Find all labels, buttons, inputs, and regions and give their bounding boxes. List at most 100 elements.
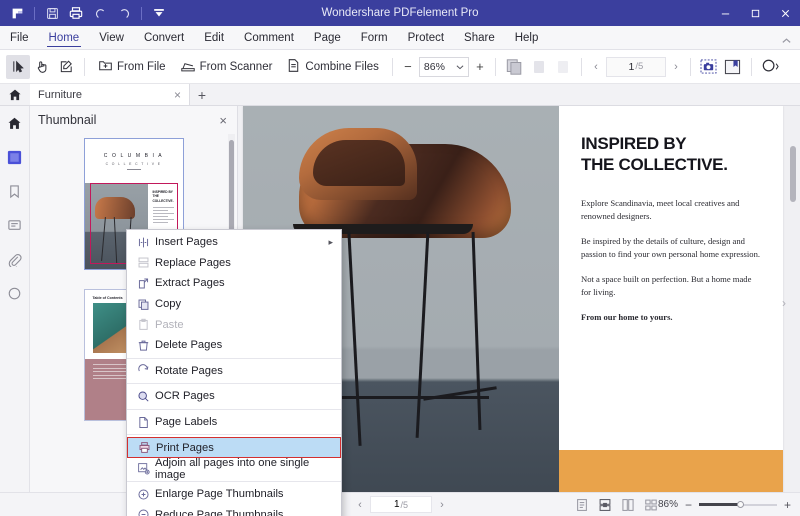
add-tab-button[interactable]: + [190, 84, 214, 105]
context-menu-item-delete-pages[interactable]: Delete Pages [127, 335, 341, 356]
status-zoom-in-button[interactable]: + [784, 498, 791, 512]
chevron-down-icon [456, 61, 464, 73]
thumbnail-panel-title: Thumbnail [38, 113, 96, 127]
bookmark-page-icon[interactable] [721, 55, 745, 79]
context-menu-item-ocr-pages[interactable]: OCR Pages [127, 386, 341, 407]
comment-icon[interactable] [4, 214, 26, 236]
thumbnail-cover-line2: C O L L E C T I V E [106, 162, 162, 166]
page-paragraph-1: Explore Scandinavia, meet local creative… [581, 197, 761, 223]
menu-item-file[interactable]: File [0, 26, 39, 49]
from-scanner-button[interactable]: From Scanner [173, 55, 280, 79]
app-logo-icon[interactable] [6, 3, 28, 23]
divider [141, 7, 142, 20]
page-number-input[interactable]: 1 /5 [606, 57, 666, 77]
divider [690, 58, 691, 76]
zoom-level-select[interactable]: 86% [419, 57, 469, 77]
context-menu-label: Replace Pages [155, 257, 341, 269]
ocr-tool-icon[interactable] [502, 55, 527, 79]
chair-footrail [339, 396, 489, 399]
home-tab-icon[interactable] [0, 84, 30, 105]
combine-files-button[interactable]: Combine Files [279, 55, 386, 79]
chair-leg [416, 232, 430, 438]
search-icon[interactable] [758, 55, 783, 79]
menu-item-share[interactable]: Share [454, 26, 505, 49]
status-next-page-button[interactable]: › [434, 495, 450, 515]
hand-tool-icon[interactable] [30, 55, 54, 79]
undo-icon[interactable] [89, 3, 111, 23]
previous-page-button[interactable]: ‹ [588, 57, 604, 77]
redo-icon[interactable] [113, 3, 135, 23]
grid-view-icon[interactable] [643, 497, 659, 513]
context-menu-item-replace-pages[interactable]: Replace Pages [127, 253, 341, 274]
select-tool-icon[interactable] [6, 55, 30, 79]
attachment-icon[interactable] [4, 248, 26, 270]
thumbnail-scrollbar-thumb[interactable] [229, 140, 234, 240]
save-icon[interactable] [41, 3, 63, 23]
zoom-in-icon [131, 488, 155, 501]
main-toolbar: From File From Scanner Combine Files − 8… [0, 50, 800, 84]
status-previous-page-button[interactable]: ‹ [352, 495, 368, 515]
menu-item-edit[interactable]: Edit [194, 26, 234, 49]
from-file-button[interactable]: From File [91, 55, 173, 79]
menu-item-home[interactable]: Home [39, 26, 90, 49]
menu-item-convert[interactable]: Convert [134, 26, 194, 49]
context-menu-divider [127, 409, 341, 410]
thumbnail-icon[interactable] [4, 146, 26, 168]
chevron-up-icon[interactable] [781, 32, 792, 50]
ocr-pages-icon [131, 390, 155, 403]
context-menu-label: Paste [155, 319, 341, 331]
context-menu-item-insert-pages[interactable]: Insert Pages ▸ [127, 232, 341, 253]
thumbnail-chair-shape [95, 197, 135, 219]
context-menu-item-page-labels[interactable]: Page Labels [127, 412, 341, 433]
context-menu-item-print-pages[interactable]: Print Pages [127, 437, 341, 458]
close-tab-icon[interactable]: × [174, 88, 181, 102]
customize-toolbar-icon[interactable] [148, 3, 170, 23]
zoom-in-button[interactable]: + [471, 57, 489, 77]
context-menu-item-adjoin-pages[interactable]: Adjoin all pages into one single image [127, 458, 341, 479]
document-scrollbar-thumb[interactable] [790, 146, 796, 202]
home-icon[interactable] [4, 112, 26, 134]
context-menu-item-extract-pages[interactable]: Extract Pages [127, 273, 341, 294]
continuous-view-icon[interactable] [597, 497, 613, 513]
context-menu-item-reduce-thumbnails[interactable]: Reduce Page Thumbnails [127, 505, 341, 516]
zoom-slider[interactable] [699, 499, 777, 511]
window-controls [710, 0, 800, 26]
menu-item-comment[interactable]: Comment [234, 26, 304, 49]
ocr-secondary-icon[interactable] [527, 55, 551, 79]
maximize-button[interactable] [740, 0, 770, 26]
two-page-view-icon[interactable] [620, 497, 636, 513]
context-menu-label: OCR Pages [155, 390, 341, 402]
menu-item-protect[interactable]: Protect [398, 26, 454, 49]
context-menu-label: Reduce Page Thumbnails [155, 509, 341, 516]
combine-files-icon [286, 58, 301, 76]
menu-item-help[interactable]: Help [505, 26, 549, 49]
context-menu-item-copy[interactable]: Copy [127, 294, 341, 315]
snapshot-icon[interactable] [697, 55, 721, 79]
menu-item-page[interactable]: Page [304, 26, 351, 49]
single-page-view-icon[interactable] [574, 497, 590, 513]
view-mode-controls [574, 497, 659, 513]
menu-item-form[interactable]: Form [351, 26, 398, 49]
annotation-icon[interactable] [4, 282, 26, 304]
bookmark-icon[interactable] [4, 180, 26, 202]
thumbnail-cover-line1: C O L U M B I A [104, 153, 163, 159]
close-icon[interactable]: × [219, 113, 227, 128]
edit-tool-icon[interactable] [54, 55, 78, 79]
context-menu-item-rotate-pages[interactable]: Rotate Pages [127, 361, 341, 382]
context-menu-item-enlarge-thumbnails[interactable]: Enlarge Page Thumbnails [127, 484, 341, 505]
status-current-page: 1 [394, 499, 400, 510]
next-page-button[interactable]: › [668, 57, 684, 77]
zoom-out-button[interactable]: − [399, 57, 417, 77]
document-tab-furniture[interactable]: Furniture × [30, 84, 190, 105]
menu-item-view[interactable]: View [89, 26, 134, 49]
status-zoom-out-button[interactable]: − [685, 498, 692, 512]
status-page-number-input[interactable]: 1 /5 [370, 496, 432, 513]
close-button[interactable] [770, 0, 800, 26]
document-tab-label: Furniture [38, 89, 82, 101]
print-icon[interactable] [65, 3, 87, 23]
zoom-slider-knob[interactable] [737, 501, 744, 508]
page-text-column: INSPIRED BY THE COLLECTIVE. Explore Scan… [559, 106, 783, 492]
minimize-button[interactable] [710, 0, 740, 26]
page-right-arrow-icon[interactable]: › [782, 296, 786, 310]
ocr-tertiary-icon[interactable] [551, 55, 575, 79]
